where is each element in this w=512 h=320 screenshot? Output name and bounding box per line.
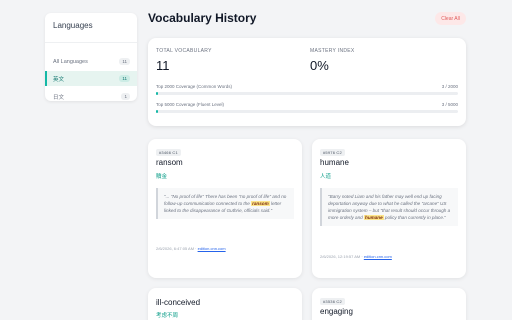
source-line: 2/6/2026, 6:47:05 AM · edition.cnn.com [156,246,226,251]
saved-date: 2/6/2026, 12:19:57 AM · [320,254,364,259]
sidebar-title: Languages [45,13,137,43]
coverage-5000-label: Top 5000 Coverage (Fluent Level) [156,102,225,107]
coverage-5000-value: 3 / 5000 [441,102,458,107]
coverage-2000-value: 3 / 2000 [441,84,458,89]
mastery-index-label: MASTERY INDEX [310,48,355,54]
count-badge: 1 [121,93,130,100]
count-badge: 11 [119,58,130,65]
vocab-card[interactable]: #5976 C2 humane 人道 "Barry noted Liam and… [312,139,466,278]
sidebar-item-english[interactable]: 英文 11 [45,71,137,86]
total-vocabulary-label: TOTAL VOCABULARY [156,48,212,54]
context-quote: "... "No proof of life" There has been "… [156,188,294,219]
frequency-tag: #5976 C2 [320,149,345,156]
highlighted-word: humane [364,215,384,220]
context-quote: "Barry noted Liam and his father may wel… [320,188,458,226]
page-title: Vocabulary History [148,11,257,25]
total-vocabulary-value: 11 [156,58,170,73]
vocab-card[interactable]: #3466 C1 ransom 贖金 "... "No proof of lif… [148,139,302,278]
mastery-index-value: 0% [310,58,329,73]
coverage-2000-label: Top 2000 Coverage (Common Words) [156,84,232,89]
source-link[interactable]: edition.cnn.com [364,254,392,259]
vocab-translation: 人道 [320,174,332,180]
source-link[interactable]: edition.cnn.com [198,246,226,251]
vocab-translation: 考虑不周 [156,313,179,319]
vocab-card[interactable]: #3536 C2 engaging [312,288,466,320]
vocab-word: ill-conceived [156,298,201,307]
sidebar-item-label: 日文 [53,94,65,101]
clear-all-button[interactable]: Clear All [435,12,466,25]
sidebar-item-all-languages[interactable]: All Languages 11 [45,54,137,69]
vocab-word: ransom [156,158,183,167]
sidebar-item-japanese[interactable]: 日文 1 [45,89,137,104]
quote-text: policy than currently in place." [383,215,446,220]
coverage-2000-bar [156,92,458,95]
highlighted-word: ransom [251,201,270,206]
coverage-2000-fill [156,92,159,95]
sidebar-item-label: 英文 [53,76,65,83]
language-sidebar: Languages All Languages 11 英文 11 日文 1 [45,13,137,101]
coverage-5000-bar [156,110,458,113]
coverage-5000-fill [156,110,159,113]
stats-panel: TOTAL VOCABULARY 11 MASTERY INDEX 0% Top… [148,38,466,126]
saved-date: 2/6/2026, 6:47:05 AM · [156,246,198,251]
frequency-tag: #3466 C1 [156,149,181,156]
vocab-word: humane [320,158,349,167]
vocab-translation: 贖金 [156,174,168,180]
vocab-card[interactable]: ill-conceived 考虑不周 [148,288,302,320]
frequency-tag: #3536 C2 [320,298,345,305]
sidebar-item-label: All Languages [53,58,88,65]
count-badge: 11 [119,75,130,82]
vocab-word: engaging [320,307,353,316]
source-line: 2/6/2026, 12:19:57 AM · edition.cnn.com [320,254,392,259]
